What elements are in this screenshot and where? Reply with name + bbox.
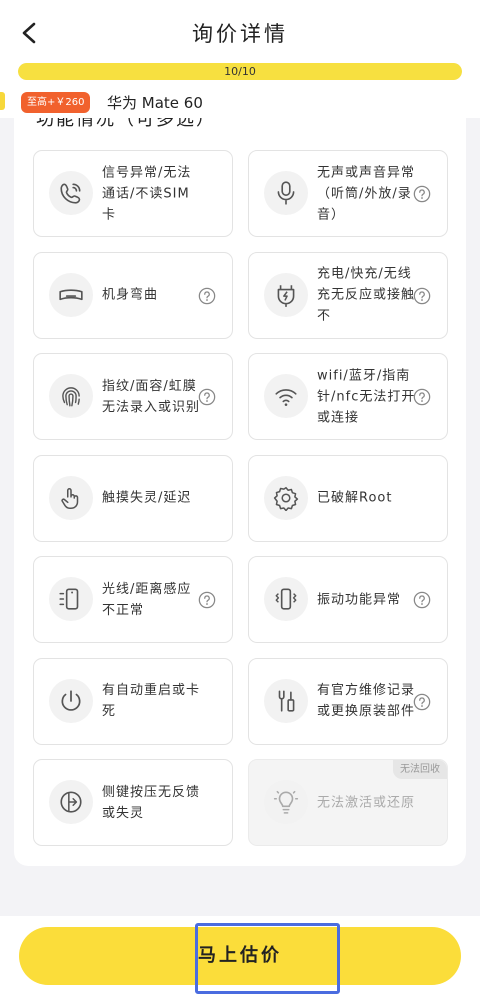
bottom-bar: 马上估价 — [0, 916, 480, 995]
section-title: 功能情况（可多选） — [36, 118, 216, 130]
help-icon[interactable] — [198, 591, 216, 609]
vibration-icon — [275, 588, 297, 610]
option-card[interactable]: 光线/距离感应不正常 — [33, 556, 233, 643]
lightbulb-icon — [273, 790, 299, 814]
option-card[interactable]: 有官方维修记录或更换原装部件 — [248, 657, 448, 745]
help-icon[interactable] — [413, 693, 431, 711]
option-icon-badge — [264, 171, 308, 215]
microphone-icon — [277, 181, 295, 205]
option-card[interactable]: 机身弯曲 — [33, 251, 233, 339]
option-card[interactable]: 无声或声音异常（听筒/外放/录音） — [248, 150, 448, 237]
option-label: 无法激活或还原 — [317, 795, 416, 810]
option-icon-badge — [264, 780, 308, 824]
option-label: 有自动重启或卡死 — [102, 683, 201, 719]
option-label: 机身弯曲 — [102, 287, 159, 303]
option-icon-badge — [264, 475, 308, 520]
option-label: wifi/蓝牙/指南针/nfc无法打开或连接 — [317, 368, 416, 425]
product-bar: 至高+￥260 华为 Mate 60 — [0, 88, 480, 118]
option-card[interactable]: 触摸失灵/延迟 — [33, 454, 233, 542]
option-card[interactable]: 信号异常/无法通话/不读SIM卡 — [33, 150, 233, 237]
options-panel: 功能情况（可多选） 信号异常/无法通话/不读SIM卡 无声或声音异常（听筒/外放/… — [14, 118, 466, 866]
option-card[interactable]: 有自动重启或卡死 — [33, 657, 233, 745]
option-icon-badge — [49, 678, 93, 723]
option-icon-badge — [49, 475, 93, 520]
fingerprint-icon — [62, 387, 80, 407]
option-card[interactable]: 振动功能异常 — [248, 556, 448, 643]
option-card[interactable]: 已破解Root — [248, 454, 448, 542]
help-icon[interactable] — [413, 388, 431, 406]
help-icon[interactable] — [413, 185, 431, 203]
price-badge: 至高+￥260 — [21, 92, 91, 113]
option-label: 已破解Root — [317, 490, 393, 506]
top-bar: 询价详情 — [0, 0, 480, 60]
option-card[interactable]: wifi/蓝牙/指南针/nfc无法打开或连接 — [248, 353, 448, 440]
accent-marker — [0, 92, 5, 110]
option-card[interactable]: 充电/快充/无线充无反应或接触不 — [248, 251, 448, 339]
option-card[interactable]: 侧键按压无反馈或失灵 — [33, 759, 233, 846]
bent-phone-icon — [59, 288, 83, 300]
option-icon-badge — [264, 374, 308, 418]
help-icon[interactable] — [198, 388, 216, 406]
help-icon[interactable] — [413, 287, 431, 305]
charging-icon — [277, 284, 295, 307]
option-label: 振动功能异常 — [317, 592, 402, 607]
help-icon[interactable] — [198, 287, 216, 305]
help-icon[interactable] — [413, 591, 431, 609]
option-label: 侧键按压无反馈或失灵 — [102, 784, 201, 821]
option-icon-badge — [264, 577, 308, 621]
touch-icon — [61, 487, 79, 509]
tools-icon — [278, 689, 295, 712]
progress-bar: 10/10 — [18, 63, 462, 80]
side-button-icon — [60, 791, 82, 813]
light-sensor-icon — [59, 588, 79, 610]
option-icon-badge — [49, 577, 93, 621]
option-card[interactable]: 指纹/面容/虹膜无法录入或识别 — [33, 353, 233, 440]
option-icon-badge — [49, 374, 93, 418]
option-label: 无声或声音异常（听筒/外放/录音） — [317, 165, 416, 222]
option-label: 指纹/面容/虹膜无法录入或识别 — [102, 378, 201, 415]
option-label: 光线/距离感应不正常 — [102, 581, 192, 618]
option-icon-badge — [49, 272, 93, 317]
submit-label: 马上估价 — [198, 945, 282, 966]
phone-icon — [60, 183, 81, 204]
option-label: 有官方维修记录或更换原装部件 — [317, 683, 416, 719]
product-name: 华为 Mate 60 — [107, 94, 203, 112]
progress-section: 10/10 — [0, 60, 480, 88]
option-label: 充电/快充/无线充无反应或接触不 — [317, 266, 416, 324]
power-icon — [61, 689, 81, 711]
option-icon-badge — [264, 272, 308, 317]
submit-estimate-button[interactable]: 马上估价 — [19, 923, 461, 994]
option-label: 触摸失灵/延迟 — [102, 490, 192, 506]
page-title: 询价详情 — [192, 22, 288, 46]
option-card: 无法激活或还原 无法回收 — [248, 759, 448, 846]
wifi-icon — [275, 389, 297, 406]
progress-text: 10/10 — [224, 65, 256, 78]
gear-icon — [273, 486, 299, 511]
option-icon-badge — [49, 171, 93, 215]
option-icon-badge — [49, 780, 93, 824]
option-icon-badge — [264, 678, 308, 723]
not-recyclable-tag: 无法回收 — [393, 760, 447, 779]
option-label: 信号异常/无法通话/不读SIM卡 — [102, 165, 192, 222]
